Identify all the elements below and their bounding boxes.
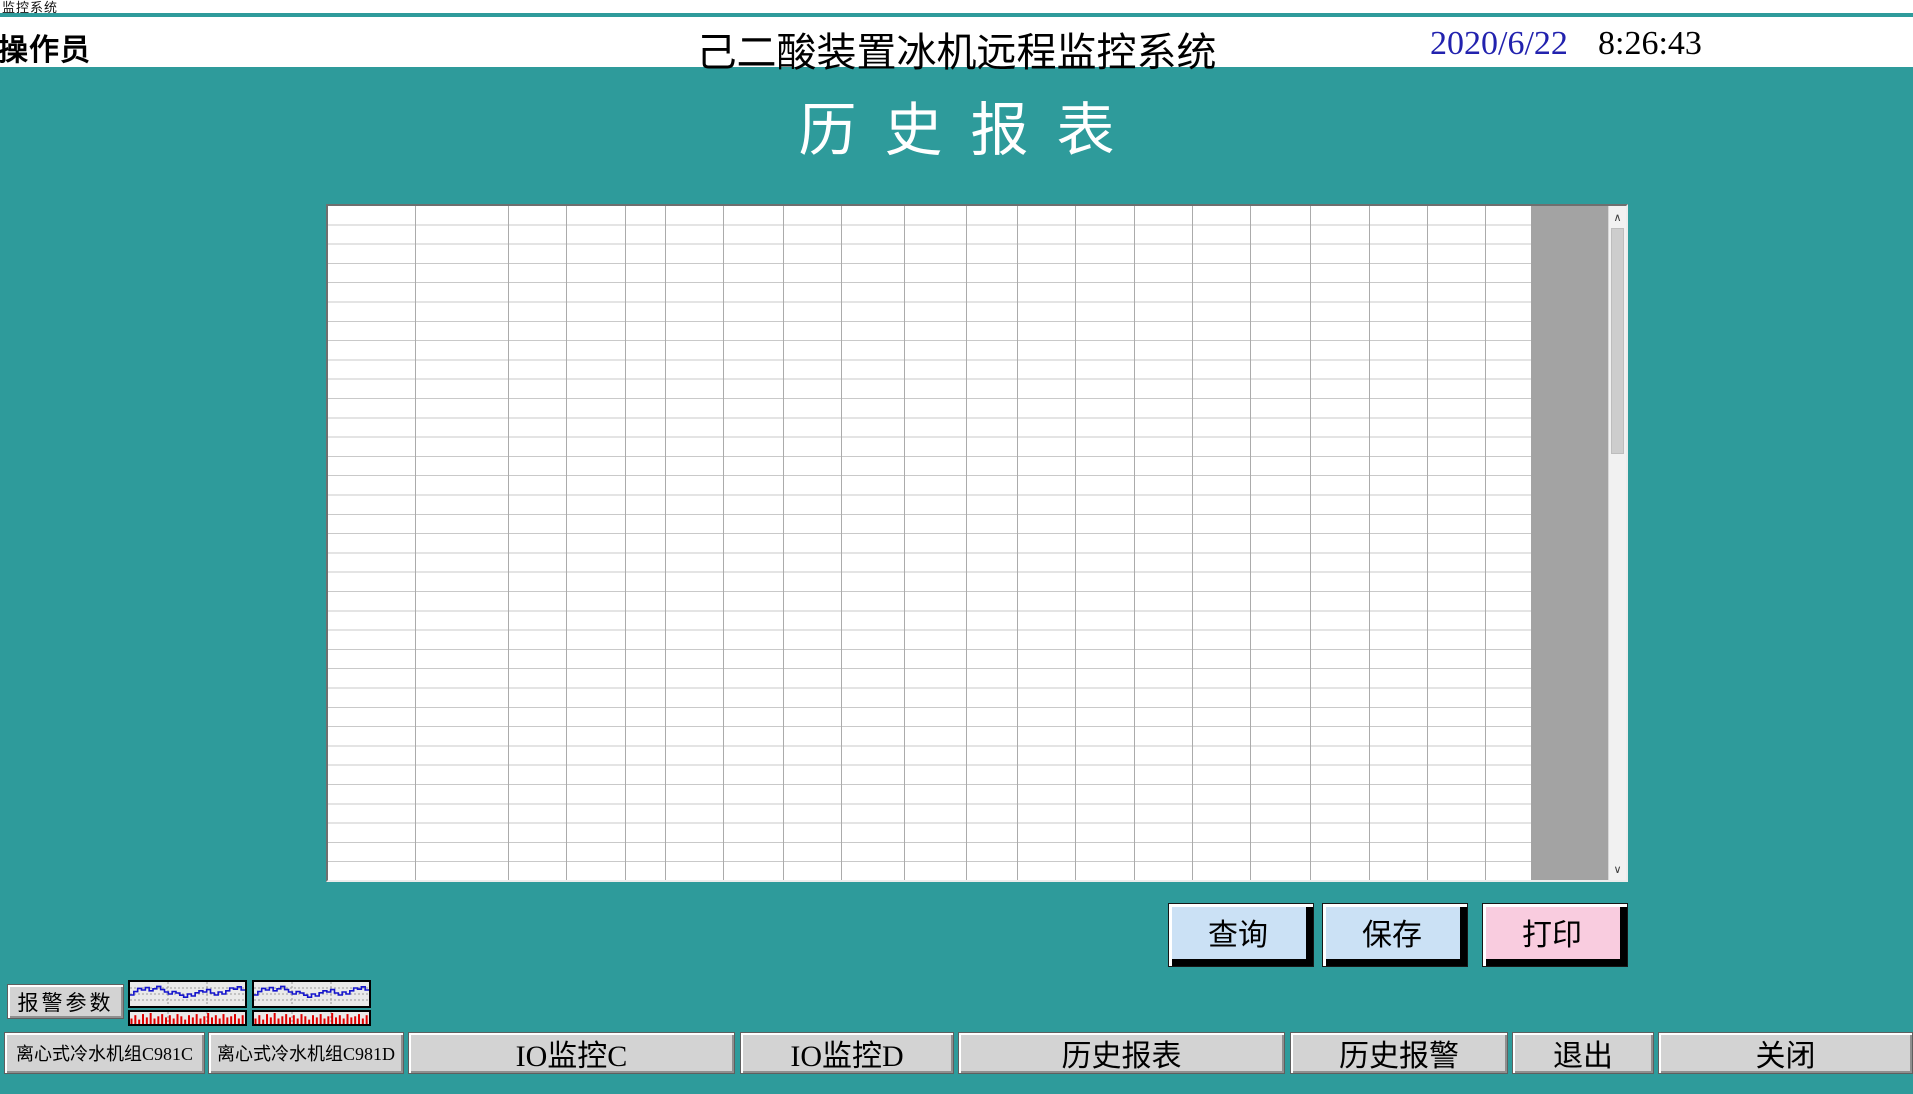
grid-column-line — [1134, 206, 1135, 880]
nav-history-report[interactable]: 历史报表 — [958, 1032, 1285, 1074]
nav-chiller-c981c-label: 离心式冷水机组C981C — [16, 1040, 193, 1066]
nav-chiller-c981d[interactable]: 离心式冷水机组C981D — [208, 1032, 404, 1074]
grid-column-line — [966, 206, 967, 880]
scrollbar-down-icon[interactable]: ∨ — [1609, 860, 1626, 878]
grid-column-line — [723, 206, 724, 880]
grid-column-line — [1017, 206, 1018, 880]
nav-chiller-c981d-label: 离心式冷水机组C981D — [217, 1040, 395, 1066]
grid-column-line — [665, 206, 666, 880]
grid-column-line — [1250, 206, 1251, 880]
trend-bars-pane — [128, 1010, 247, 1026]
trend-bars-pane — [252, 1010, 371, 1026]
grid-column-line — [1075, 206, 1076, 880]
page-title: 历史报表 — [0, 83, 1913, 167]
history-report-table: ∧ ∨ — [326, 204, 1628, 882]
trend-thumbnail-1[interactable] — [128, 980, 247, 1026]
query-button[interactable]: 查询 — [1168, 903, 1314, 967]
system-label: 监控系统 — [2, 0, 58, 15]
system-title: 己二酸装置冰机远程监控系统 — [697, 20, 1217, 78]
grid-column-line — [625, 206, 626, 880]
nav-exit-label: 退出 — [1553, 1031, 1613, 1075]
trend-line-pane — [128, 980, 247, 1008]
alarm-params-button[interactable]: 报警参数 — [7, 984, 124, 1019]
grid-column-line — [566, 206, 567, 880]
grid-column-line — [904, 206, 905, 880]
window-title-strip: 监控系统 — [0, 0, 1913, 15]
nav-io-monitor-d[interactable]: IO监控D — [740, 1032, 954, 1074]
grid-column-line — [1192, 206, 1193, 880]
trend-line-pane — [252, 980, 371, 1008]
save-button-label: 保存 — [1362, 910, 1422, 954]
report-grid — [328, 206, 1531, 880]
header-date: 2020/6/22 — [1430, 25, 1568, 63]
report-empty-filler — [1531, 206, 1608, 880]
grid-column-line — [508, 206, 509, 880]
nav-close-label: 关闭 — [1756, 1031, 1816, 1075]
header-time: 8:26:43 — [1598, 25, 1702, 63]
nav-history-alarm-label: 历史报警 — [1339, 1031, 1459, 1075]
nav-history-alarm[interactable]: 历史报警 — [1290, 1032, 1508, 1074]
grid-column-line — [783, 206, 784, 880]
nav-io-monitor-c-label: IO监控C — [516, 1031, 628, 1075]
trend-thumbnail-2[interactable] — [252, 980, 371, 1026]
print-button[interactable]: 打印 — [1482, 903, 1628, 967]
scrollbar-up-icon[interactable]: ∧ — [1609, 208, 1626, 226]
save-button[interactable]: 保存 — [1322, 903, 1468, 967]
vertical-scrollbar[interactable]: ∧ ∨ — [1608, 206, 1626, 880]
nav-exit[interactable]: 退出 — [1512, 1032, 1654, 1074]
grid-column-line — [1369, 206, 1370, 880]
nav-close[interactable]: 关闭 — [1658, 1032, 1913, 1074]
grid-column-line — [1485, 206, 1486, 880]
grid-column-line — [415, 206, 416, 880]
scrollbar-thumb[interactable] — [1611, 228, 1624, 454]
operator-label: 操作员 — [0, 25, 91, 69]
query-button-label: 查询 — [1208, 910, 1268, 954]
nav-chiller-c981c[interactable]: 离心式冷水机组C981C — [4, 1032, 205, 1074]
grid-column-line — [1310, 206, 1311, 880]
nav-history-report-label: 历史报表 — [1062, 1031, 1182, 1075]
alarm-params-label: 报警参数 — [18, 987, 114, 1017]
nav-io-monitor-c[interactable]: IO监控C — [408, 1032, 735, 1074]
grid-column-line — [841, 206, 842, 880]
print-button-label: 打印 — [1522, 910, 1582, 954]
header-band: 操作员 己二酸装置冰机远程监控系统 2020/6/22 8:26:43 — [0, 17, 1913, 67]
grid-column-line — [1427, 206, 1428, 880]
nav-io-monitor-d-label: IO监控D — [790, 1031, 903, 1075]
